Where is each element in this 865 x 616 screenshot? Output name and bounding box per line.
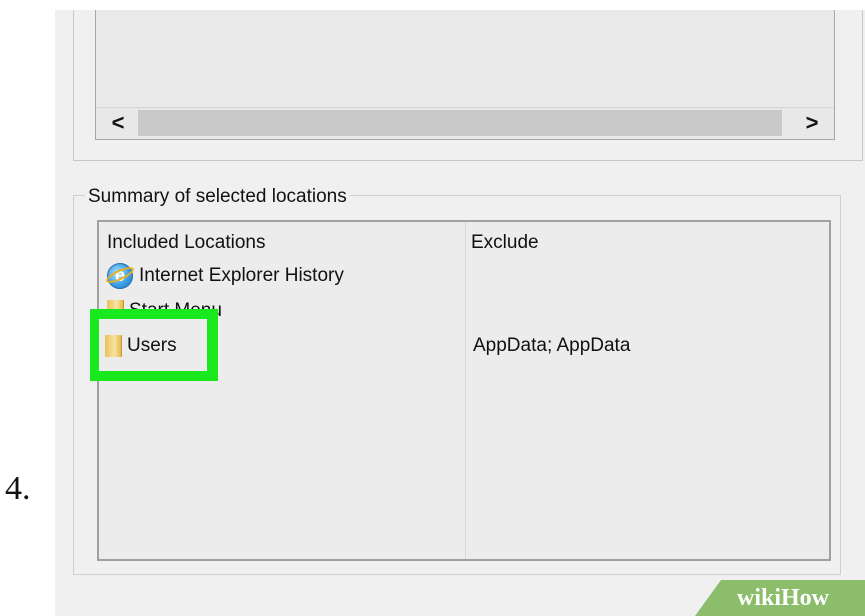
- scroll-right-button[interactable]: >: [794, 112, 830, 134]
- list-item-label: Internet Explorer History: [139, 265, 344, 286]
- scroll-left-button[interactable]: <: [100, 112, 136, 134]
- horizontal-scrollbar[interactable]: < >: [96, 107, 834, 139]
- column-divider: [465, 222, 466, 559]
- summary-title: Summary of selected locations: [85, 186, 350, 208]
- folder-icon: [105, 335, 121, 357]
- exclude-header[interactable]: Exclude: [471, 232, 539, 254]
- summary-locations-list[interactable]: Included Locations Exclude Internet Expl…: [97, 220, 831, 561]
- step-number: 4.: [5, 470, 31, 507]
- list-item-users-exclude: AppData; AppData: [473, 335, 631, 356]
- included-locations-header[interactable]: Included Locations: [107, 232, 265, 254]
- wikihow-watermark: wikiHow: [695, 580, 865, 616]
- list-item-users[interactable]: Users: [105, 332, 177, 360]
- internet-explorer-icon: [107, 263, 133, 289]
- scrollbar-thumb[interactable]: [138, 110, 782, 136]
- upper-location-list[interactable]: < >: [95, 10, 835, 140]
- list-item-label: Users: [127, 335, 177, 356]
- backup-locations-dialog: < > Summary of selected locations Includ…: [55, 10, 865, 616]
- list-item-internet-explorer-history[interactable]: Internet Explorer History: [107, 262, 344, 290]
